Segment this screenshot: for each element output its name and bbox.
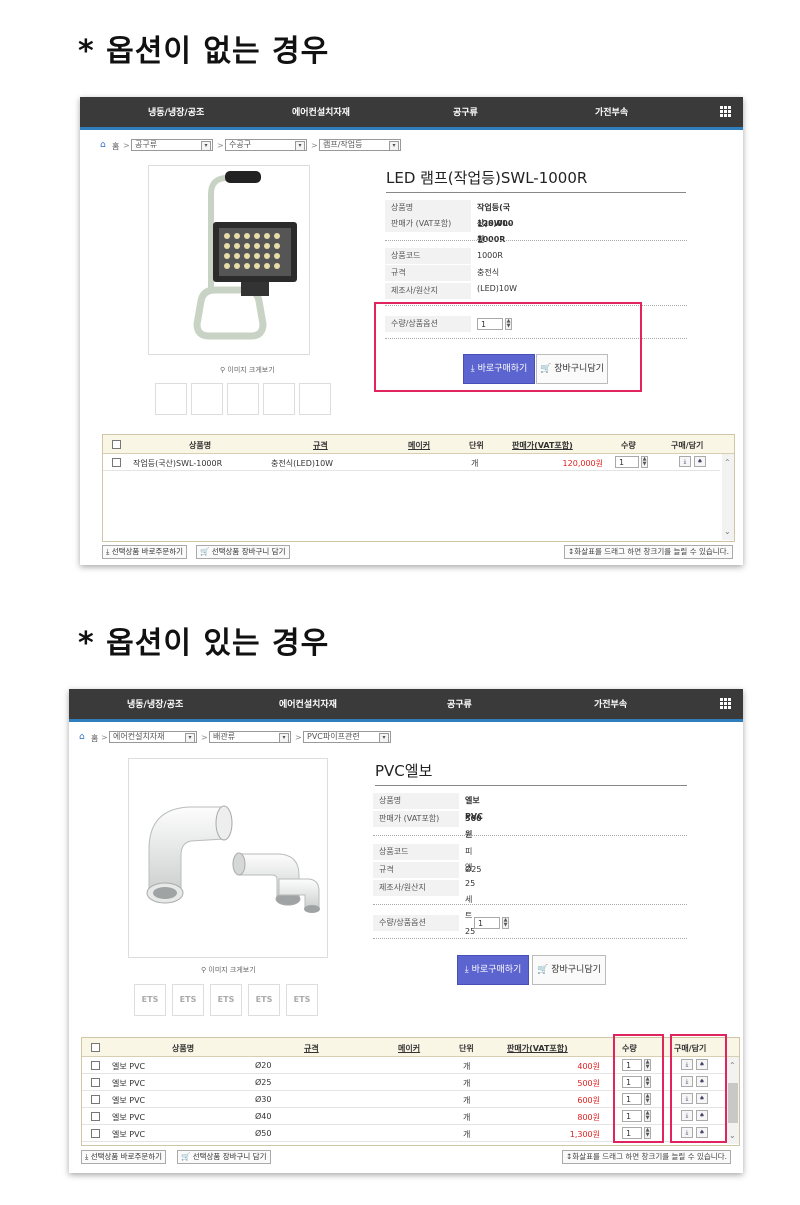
row-quantity-input[interactable]: 1 bbox=[615, 456, 639, 468]
product-title: LED 램프(작업등)SWL-1000R bbox=[386, 167, 686, 193]
chevron-down-icon: ▾ bbox=[201, 141, 211, 151]
menu-grid-icon[interactable] bbox=[720, 698, 731, 709]
category-select-1[interactable]: 에어컨설치자재 ▾ bbox=[109, 731, 197, 743]
table-row: 작업등(국산)SWL-1000R 충전식(LED)10W 개 120,000원 … bbox=[103, 454, 720, 471]
breadcrumb-separator-icon: > bbox=[311, 141, 318, 150]
resize-hint: ↕화살표를 드래그 하면 창크기를 늘릴 수 있습니다. bbox=[564, 545, 733, 559]
divider bbox=[373, 938, 687, 939]
breadcrumb: ⌂ 홈 > 에어컨설치자재 ▾ > 배관류 ▾ > PVC파이프관련 ▾ bbox=[79, 731, 479, 745]
buy-now-button[interactable]: ⤓ 바로구매하기 bbox=[457, 955, 529, 985]
product-image[interactable] bbox=[148, 165, 310, 355]
category-select-3[interactable]: 램프/작업등 ▾ bbox=[319, 139, 401, 151]
highlight-box-quantity bbox=[613, 1034, 664, 1143]
select-all-checkbox[interactable] bbox=[91, 1043, 100, 1052]
thumbnail-1[interactable] bbox=[155, 383, 187, 415]
nav-item-cooling[interactable]: 냉동/냉장/공조 bbox=[127, 697, 183, 710]
thumbnail-2[interactable] bbox=[191, 383, 223, 415]
home-icon[interactable]: ⌂ bbox=[79, 732, 85, 742]
row-buy-icon[interactable]: ⤓ bbox=[679, 456, 691, 467]
cart-icon: 🛒 bbox=[537, 965, 549, 975]
category-select-2[interactable]: 수공구 ▾ bbox=[225, 139, 307, 151]
chevron-down-icon: ⌄ bbox=[729, 1131, 736, 1140]
chevron-up-icon: ⌃ bbox=[729, 1061, 736, 1070]
table-scrollbar[interactable]: ⌃ ⌄ bbox=[727, 1057, 739, 1144]
product-title: PVC엘보 bbox=[375, 760, 687, 786]
magnifier-icon: ⚲ bbox=[220, 366, 226, 374]
thumbnail-5[interactable] bbox=[299, 383, 331, 415]
breadcrumb-separator-icon: > bbox=[123, 141, 130, 150]
row-checkbox[interactable] bbox=[91, 1129, 100, 1138]
category-select-3[interactable]: PVC파이프관련 ▾ bbox=[303, 731, 391, 743]
quantity-input[interactable]: 1 bbox=[474, 917, 500, 929]
product-page-no-option: 냉동/냉장/공조 에어컨설치자재 공구류 가전부속 ⌂ 홈 > 공구류 ▾ > 수… bbox=[80, 97, 743, 565]
row-quantity-stepper[interactable]: ▲ ▼ bbox=[641, 456, 648, 468]
cart-selected-button[interactable]: 🛒 선택상품 장바구니 담기 bbox=[177, 1150, 271, 1164]
nav-item-appliance-parts[interactable]: 가전부속 bbox=[594, 697, 627, 710]
section-heading-no-option: * 옵션이 없는 경우 bbox=[78, 34, 330, 69]
chevron-down-icon: ▾ bbox=[295, 141, 305, 151]
cart-selected-button[interactable]: 🛒 선택상품 장바구니 담기 bbox=[196, 545, 290, 559]
highlight-box-buy-cart bbox=[670, 1034, 727, 1143]
scrollbar-thumb bbox=[728, 1083, 738, 1123]
divider bbox=[373, 835, 687, 836]
top-nav: 냉동/냉장/공조 에어컨설치자재 공구류 가전부속 bbox=[80, 97, 743, 130]
row-checkbox[interactable] bbox=[91, 1112, 100, 1121]
row-cart-icon[interactable]: ♠ bbox=[694, 456, 706, 467]
zoom-link[interactable]: ⚲ 이미지 크게보기 bbox=[220, 365, 275, 375]
top-nav: 냉동/냉장/공조 에어컨설치자재 공구류 가전부속 bbox=[69, 689, 743, 722]
chevron-down-icon: ⌄ bbox=[724, 527, 731, 536]
chevron-down-icon: ▾ bbox=[389, 141, 399, 151]
download-icon: ⤓ bbox=[464, 965, 469, 975]
home-icon[interactable]: ⌂ bbox=[100, 140, 106, 150]
breadcrumb-home[interactable]: 홈 bbox=[112, 141, 119, 152]
thumbnail-4[interactable] bbox=[263, 383, 295, 415]
product-image[interactable] bbox=[128, 758, 328, 958]
buy-selected-button[interactable]: ⤓ 선택상품 바로주문하기 bbox=[81, 1150, 167, 1164]
category-select-1[interactable]: 공구류 ▾ bbox=[131, 139, 213, 151]
zoom-link[interactable]: ⚲ 이미지 크게보기 bbox=[201, 965, 256, 975]
nav-item-appliance-parts[interactable]: 가전부속 bbox=[595, 105, 628, 118]
chevron-down-icon: ▾ bbox=[379, 733, 389, 743]
breadcrumb-home[interactable]: 홈 bbox=[91, 733, 98, 744]
section-heading-with-option: * 옵션이 있는 경우 bbox=[78, 626, 330, 661]
buy-selected-button[interactable]: ⤓ 선택상품 바로주문하기 bbox=[102, 545, 188, 559]
row-checkbox[interactable] bbox=[91, 1061, 100, 1070]
category-select-2[interactable]: 배관류 ▾ bbox=[209, 731, 291, 743]
table-scrollbar[interactable]: ⌃ ⌄ bbox=[722, 454, 734, 540]
thumbnail-4[interactable]: ETS bbox=[248, 984, 280, 1016]
breadcrumb-separator-icon: > bbox=[217, 141, 224, 150]
nav-item-tools[interactable]: 공구류 bbox=[447, 697, 472, 710]
thumbnail-3[interactable]: ETS bbox=[210, 984, 242, 1016]
row-checkbox[interactable] bbox=[91, 1078, 100, 1087]
nav-item-cooling[interactable]: 냉동/냉장/공조 bbox=[148, 105, 204, 118]
thumbnail-3[interactable] bbox=[227, 383, 259, 415]
nav-item-aircon-parts[interactable]: 에어컨설치자재 bbox=[292, 105, 350, 118]
thumbnail-2[interactable]: ETS bbox=[172, 984, 204, 1016]
highlight-box-options bbox=[374, 302, 642, 392]
row-checkbox[interactable] bbox=[91, 1095, 100, 1104]
row-checkbox[interactable] bbox=[112, 458, 121, 467]
menu-grid-icon[interactable] bbox=[720, 106, 731, 117]
magnifier-icon: ⚲ bbox=[201, 966, 207, 974]
chevron-down-icon: ▾ bbox=[279, 733, 289, 743]
nav-item-tools[interactable]: 공구류 bbox=[453, 105, 478, 118]
breadcrumb-separator-icon: > bbox=[101, 733, 108, 742]
chevron-up-icon: ⌃ bbox=[724, 458, 731, 467]
divider bbox=[373, 904, 687, 905]
thumbnail-5[interactable]: ETS bbox=[286, 984, 318, 1016]
select-all-checkbox[interactable] bbox=[112, 440, 121, 449]
breadcrumb-separator-icon: > bbox=[201, 733, 208, 742]
breadcrumb-separator-icon: > bbox=[295, 733, 302, 742]
nav-item-aircon-parts[interactable]: 에어컨설치자재 bbox=[279, 697, 337, 710]
quantity-stepper[interactable]: ▲ ▼ bbox=[502, 917, 509, 929]
chevron-down-icon: ▾ bbox=[185, 733, 195, 743]
breadcrumb: ⌂ 홈 > 공구류 ▾ > 수공구 ▾ > 램프/작업등 ▾ bbox=[100, 139, 500, 153]
divider bbox=[385, 240, 687, 241]
product-option-table: 상품명 규격 메이커 단위 판매가(VAT포함) 수량 구매/담기 작업등(국산… bbox=[102, 434, 735, 542]
resize-hint: ↕화살표를 드래그 하면 창크기를 늘릴 수 있습니다. bbox=[562, 1150, 731, 1164]
thumbnail-1[interactable]: ETS bbox=[134, 984, 166, 1016]
product-page-with-option: 냉동/냉장/공조 에어컨설치자재 공구류 가전부속 ⌂ 홈 > 에어컨설치자재 ▾… bbox=[69, 689, 743, 1173]
table-header: 상품명 규격 메이커 단위 판매가(VAT포함) 수량 구매/담기 bbox=[103, 435, 734, 454]
add-to-cart-button[interactable]: 🛒 장바구니담기 bbox=[532, 955, 606, 985]
